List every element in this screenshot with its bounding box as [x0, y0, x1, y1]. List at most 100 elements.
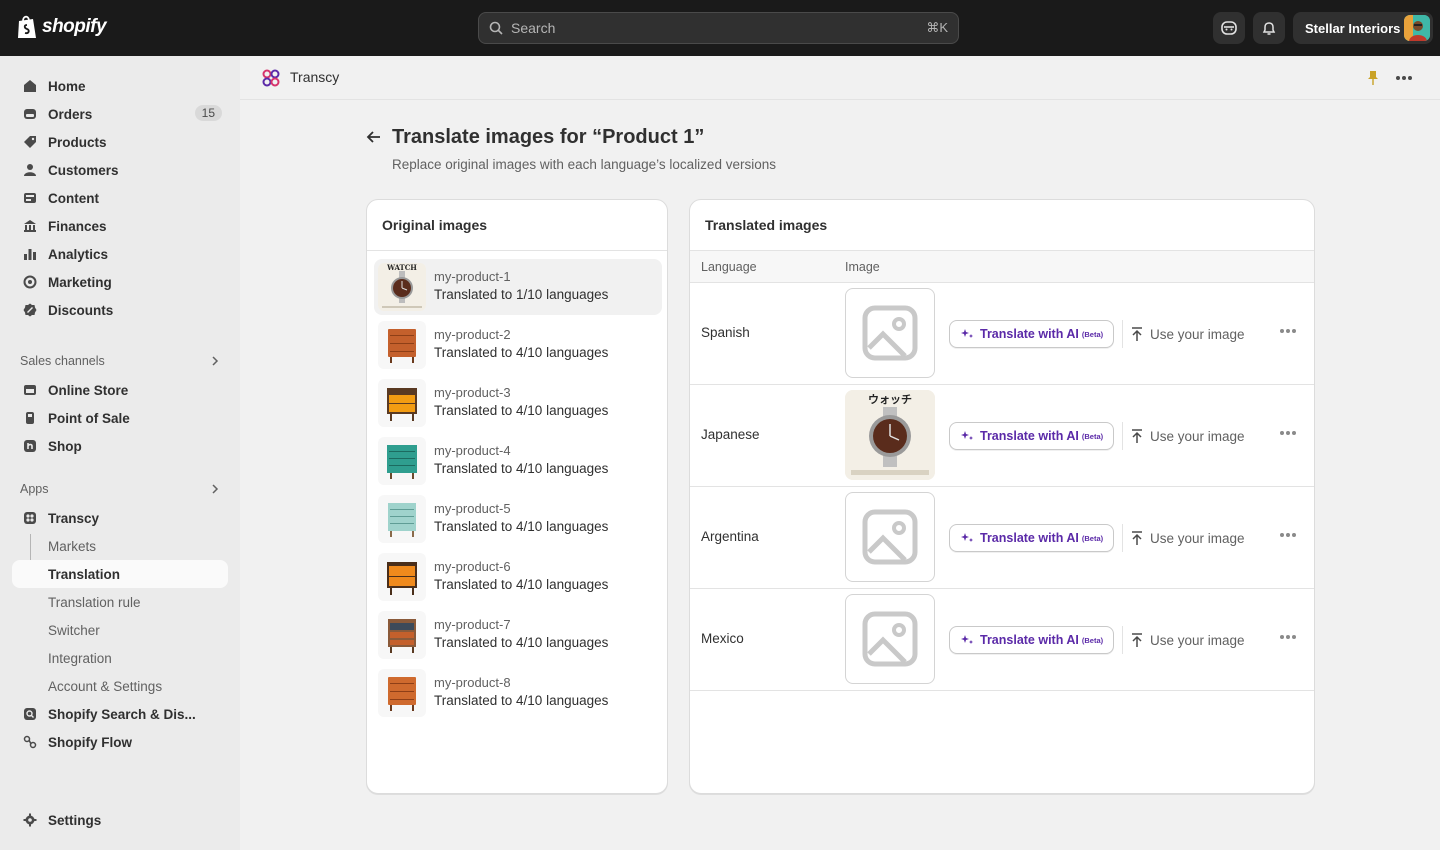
sidebar-sub-integration[interactable]: Integration [12, 644, 228, 672]
sidebar-item-label: Products [48, 134, 107, 150]
orders-icon [22, 106, 38, 122]
sidebar-item-content[interactable]: Content [12, 184, 228, 212]
beta-badge: (Beta) [1081, 431, 1104, 441]
button-label: Translate with AI [980, 531, 1079, 545]
column-header-language: Language [701, 260, 757, 274]
product-name: my-product-1 [434, 269, 511, 284]
button-label: Translate with AI [980, 429, 1079, 443]
translate-with-ai-button[interactable]: Translate with AI (Beta) [949, 320, 1114, 348]
list-item[interactable]: my-product-5 Translated to 4/10 language… [374, 491, 662, 547]
sidebar-sub-markets[interactable]: Markets [12, 532, 228, 560]
list-item[interactable]: my-product-4 Translated to 4/10 language… [374, 433, 662, 489]
sidebar-sub-translation-rule[interactable]: Translation rule [12, 588, 228, 616]
table-row: Japanese ウォッチ Translate with AI (Beta) U… [690, 385, 1314, 487]
sidebar-item-shop[interactable]: Shop [12, 432, 228, 460]
list-item[interactable]: my-product-2 Translated to 4/10 language… [374, 317, 662, 373]
sidebar-item-customers[interactable]: Customers [12, 156, 228, 184]
sidebar-item-analytics[interactable]: Analytics [12, 240, 228, 268]
sidekick-icon [1221, 21, 1237, 35]
list-item[interactable]: WATCH my-product-1 Translated to 1/10 la… [374, 259, 662, 315]
sparkle-icon [961, 635, 973, 644]
more-options-icon[interactable] [1280, 431, 1296, 435]
sidebar-item-label: Integration [48, 650, 112, 666]
chevron-right-icon [212, 356, 219, 366]
language-name: Japanese [701, 427, 760, 442]
product-thumbnail: WATCH [378, 263, 426, 311]
sidebar-item-marketing[interactable]: Marketing [12, 268, 228, 296]
page-title: Translate images for “Product 1” [392, 126, 705, 148]
pos-icon [22, 410, 38, 426]
language-name: Argentina [701, 529, 759, 544]
sidebar-item-orders[interactable]: Orders 15 [12, 100, 228, 128]
translation-status: Translated to 4/10 languages [434, 635, 609, 650]
sidebar-sub-account-settings[interactable]: Account & Settings [12, 672, 228, 700]
image-placeholder[interactable] [845, 594, 935, 684]
sidebar-item-label: Transcy [48, 510, 100, 526]
product-name: my-product-5 [434, 501, 511, 516]
sidebar-item-search-discovery[interactable]: Shopify Search & Dis... [12, 700, 228, 728]
sidebar-item-label: Translation [48, 566, 121, 582]
sidebar-item-label: Discounts [48, 302, 114, 318]
sidebar-item-label: Home [48, 78, 86, 94]
sidebar-item-finances[interactable]: Finances [12, 212, 228, 240]
tag-icon [22, 134, 38, 150]
product-thumbnail [378, 495, 426, 543]
gear-icon [22, 812, 38, 828]
sidebar-item-label: Shop [48, 438, 82, 454]
translated-image[interactable]: ウォッチ [845, 390, 935, 480]
translation-status: Translated to 4/10 languages [434, 403, 609, 418]
translation-status: Translated to 1/10 languages [434, 287, 609, 302]
translate-with-ai-button[interactable]: Translate with AI (Beta) [949, 422, 1114, 450]
card-title: Translated images [705, 217, 828, 233]
sidebar-item-shopify-flow[interactable]: Shopify Flow [12, 728, 228, 756]
sidebar-item-products[interactable]: Products [12, 128, 228, 156]
list-item[interactable]: my-product-7 Translated to 4/10 language… [374, 607, 662, 663]
more-options-icon[interactable] [1280, 635, 1296, 639]
sidebar-item-transcy[interactable]: Transcy [12, 504, 228, 532]
sidebar-item-online-store[interactable]: Online Store [12, 376, 228, 404]
sidebar-item-home[interactable]: Home [12, 72, 228, 100]
list-item[interactable]: my-product-8 Translated to 4/10 language… [374, 665, 662, 721]
product-thumbnail [378, 321, 426, 369]
more-actions-icon[interactable] [1392, 68, 1416, 88]
sidekick-button[interactable] [1213, 12, 1245, 44]
product-thumbnail [378, 611, 426, 659]
image-placeholder[interactable] [845, 288, 935, 378]
use-your-image-button[interactable]: Use your image [1122, 524, 1245, 552]
product-thumbnail [378, 379, 426, 427]
search-bar[interactable]: Search ⌘K [478, 12, 959, 44]
sales-channels-heading[interactable]: Sales channels [20, 354, 220, 368]
notifications-button[interactable] [1253, 12, 1285, 44]
translate-with-ai-button[interactable]: Translate with AI (Beta) [949, 524, 1114, 552]
sidebar-item-settings[interactable]: Settings [12, 806, 228, 834]
original-images-card: Original images WATCH my-product-1 Trans… [366, 199, 668, 794]
sidebar-item-label: Translation rule [48, 594, 141, 610]
sidebar-item-point-of-sale[interactable]: Point of Sale [12, 404, 228, 432]
store-menu-button[interactable]: Stellar Interiors [1293, 12, 1433, 44]
sidebar-sub-translation[interactable]: Translation [12, 560, 228, 588]
back-arrow-icon[interactable] [365, 128, 383, 146]
shopify-logo[interactable]: shopify [16, 14, 107, 40]
content-icon [22, 190, 38, 206]
product-name: my-product-3 [434, 385, 511, 400]
beta-badge: (Beta) [1081, 533, 1104, 543]
search-placeholder: Search [511, 20, 556, 36]
sidebar-item-label: Content [48, 190, 99, 206]
translation-status: Translated to 4/10 languages [434, 577, 609, 592]
sidebar-sub-switcher[interactable]: Switcher [12, 616, 228, 644]
apps-heading[interactable]: Apps [20, 482, 220, 496]
more-options-icon[interactable] [1280, 329, 1296, 333]
translate-with-ai-button[interactable]: Translate with AI (Beta) [949, 626, 1114, 654]
use-your-image-button[interactable]: Use your image [1122, 626, 1245, 654]
use-your-image-button[interactable]: Use your image [1122, 320, 1245, 348]
list-item[interactable]: my-product-3 Translated to 4/10 language… [374, 375, 662, 431]
sidebar-item-discounts[interactable]: Discounts [12, 296, 228, 324]
list-item[interactable]: my-product-6 Translated to 4/10 language… [374, 549, 662, 605]
use-your-image-button[interactable]: Use your image [1122, 422, 1245, 450]
more-options-icon[interactable] [1280, 533, 1296, 537]
product-thumbnail [378, 669, 426, 717]
translation-status: Translated to 4/10 languages [434, 345, 609, 360]
pin-icon[interactable] [1366, 70, 1380, 89]
image-placeholder[interactable] [845, 492, 935, 582]
image-title-text: ウォッチ [868, 393, 912, 406]
